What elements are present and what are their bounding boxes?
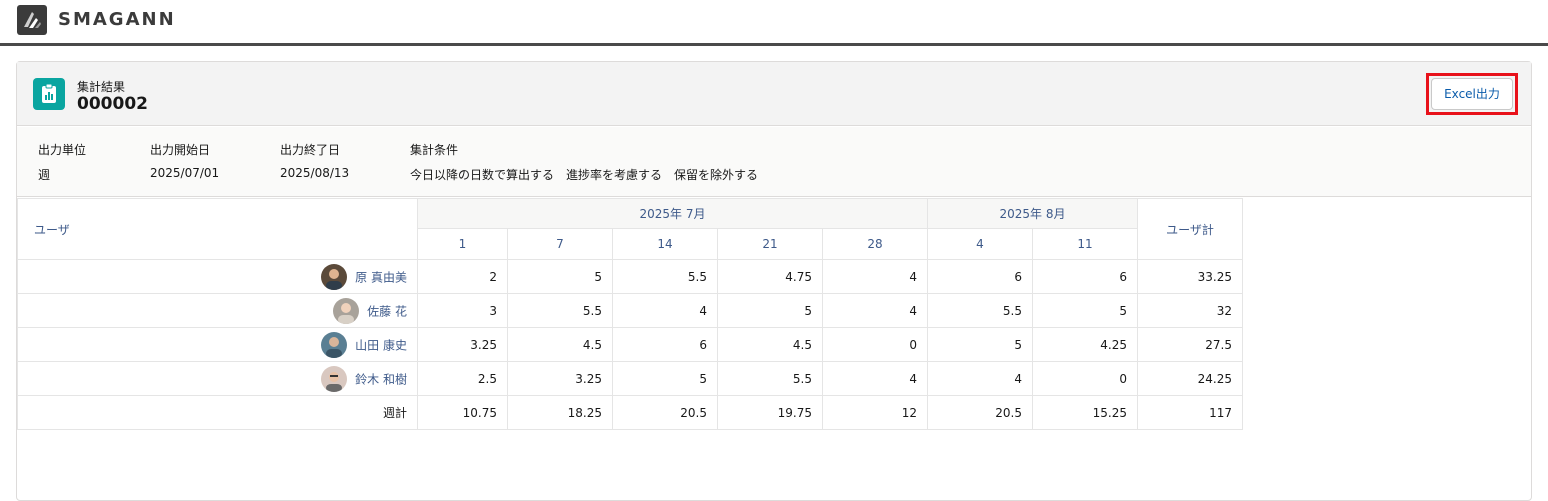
record-type-label: 集計結果 <box>77 80 126 94</box>
top-bar: SMAGANN <box>0 0 1548 46</box>
sum-cell: 12 <box>822 395 928 430</box>
table-row: 原 真由美 2 5 5.5 4.75 4 6 6 33.25 <box>17 259 1243 294</box>
value-cell: 3 <box>417 293 508 328</box>
table-row: 山田 康史 3.25 4.5 6 4.5 0 5 4.25 27.5 <box>17 327 1243 362</box>
value-cell: 4 <box>927 361 1033 396</box>
user-column-header: ユーザ <box>17 198 418 260</box>
table-row: 佐藤 花 3 5.5 4 5 4 5.5 5 32 <box>17 293 1243 328</box>
sum-cell: 18.25 <box>507 395 613 430</box>
value-cell: 5 <box>1032 293 1138 328</box>
sum-row: 週計 10.75 18.25 20.5 19.75 12 20.5 15.25 … <box>17 395 1243 430</box>
avatar <box>333 297 360 324</box>
value-cell: 6 <box>1032 259 1138 294</box>
value-cell: 4 <box>612 293 718 328</box>
value-cell: 5 <box>507 259 613 294</box>
value-cell: 4.25 <box>1032 327 1138 362</box>
user-cell: 鈴木 和樹 <box>17 361 418 396</box>
user-cell: 山田 康史 <box>17 327 418 362</box>
result-card: 集計結果 000002 Excel出力 出力単位 週 出力開始日 2025/07… <box>16 61 1532 501</box>
param-end-label: 出力終了日 <box>280 143 341 157</box>
month-header: 2025年 7月 <box>417 198 928 229</box>
value-cell: 4 <box>822 293 928 328</box>
sum-cell: 19.75 <box>717 395 823 430</box>
param-condition-value: 今日以降の日数で算出する 進捗率を考慮する 保留を除外する <box>410 168 759 182</box>
param-unit: 出力単位 週 <box>38 141 86 183</box>
value-cell: 5.5 <box>927 293 1033 328</box>
report-icon <box>33 78 65 110</box>
user-total-header: ユーザ計 <box>1137 198 1243 260</box>
day-header: 11 <box>1032 228 1138 260</box>
value-cell: 3.25 <box>417 327 508 362</box>
value-cell: 6 <box>612 327 718 362</box>
user-total-cell: 32 <box>1137 293 1243 328</box>
value-cell: 5 <box>927 327 1033 362</box>
value-cell: 4.5 <box>717 327 823 362</box>
value-cell: 0 <box>822 327 928 362</box>
value-cell: 5 <box>612 361 718 396</box>
user-total-cell: 33.25 <box>1137 259 1243 294</box>
sum-cell: 20.5 <box>612 395 718 430</box>
value-cell: 5.5 <box>507 293 613 328</box>
value-cell: 6 <box>927 259 1033 294</box>
avatar <box>321 263 348 290</box>
brand-logo-icon[interactable] <box>17 5 47 35</box>
parameters-panel: 出力単位 週 出力開始日 2025/07/01 出力終了日 2025/08/13… <box>17 127 1531 197</box>
param-condition-label: 集計条件 <box>410 143 459 157</box>
param-condition: 集計条件 今日以降の日数で算出する 進捗率を考慮する 保留を除外する <box>410 141 758 183</box>
day-header: 4 <box>927 228 1033 260</box>
grand-total-cell: 117 <box>1137 395 1243 430</box>
day-header: 21 <box>717 228 823 260</box>
table-row: 鈴木 和樹 2.5 3.25 5 5.5 4 4 0 24.25 <box>17 361 1243 396</box>
value-cell: 4 <box>822 361 928 396</box>
sum-cell: 15.25 <box>1032 395 1138 430</box>
day-header: 1 <box>417 228 508 260</box>
excel-export-button[interactable]: Excel出力 <box>1431 78 1513 110</box>
param-start-label: 出力開始日 <box>150 143 211 157</box>
user-cell: 原 真由美 <box>17 259 418 294</box>
day-header: 7 <box>507 228 613 260</box>
month-header: 2025年 8月 <box>927 198 1138 229</box>
avatar <box>321 331 348 358</box>
record-header: 集計結果 000002 Excel出力 <box>17 62 1531 126</box>
value-cell: 3.25 <box>507 361 613 396</box>
user-name-link[interactable]: 山田 康史 <box>355 338 407 352</box>
day-header: 14 <box>612 228 718 260</box>
sum-cell: 20.5 <box>927 395 1033 430</box>
sum-cell: 10.75 <box>417 395 508 430</box>
param-end: 出力終了日 2025/08/13 <box>280 141 349 180</box>
value-cell: 4 <box>822 259 928 294</box>
param-start: 出力開始日 2025/07/01 <box>150 141 219 180</box>
page-title: 000002 <box>77 94 148 114</box>
value-cell: 2 <box>417 259 508 294</box>
user-total-cell: 27.5 <box>1137 327 1243 362</box>
user-total-cell: 24.25 <box>1137 361 1243 396</box>
sum-row-label: 週計 <box>17 395 418 430</box>
param-unit-value: 週 <box>38 168 51 182</box>
value-cell: 5.5 <box>717 361 823 396</box>
user-name-link[interactable]: 鈴木 和樹 <box>355 372 407 386</box>
value-cell: 5 <box>717 293 823 328</box>
value-cell: 5.5 <box>612 259 718 294</box>
day-header: 28 <box>822 228 928 260</box>
param-unit-label: 出力単位 <box>38 143 87 157</box>
param-start-value: 2025/07/01 <box>150 166 220 180</box>
value-cell: 0 <box>1032 361 1138 396</box>
value-cell: 4.75 <box>717 259 823 294</box>
user-name-link[interactable]: 原 真由美 <box>355 270 407 284</box>
summary-table: ユーザ 2025年 7月 2025年 8月 ユーザ計 1 7 14 21 28 … <box>17 198 1243 430</box>
user-name-link[interactable]: 佐藤 花 <box>367 304 407 318</box>
avatar <box>321 365 348 392</box>
brand-name: SMAGANN <box>58 9 176 30</box>
user-cell: 佐藤 花 <box>17 293 418 328</box>
value-cell: 4.5 <box>507 327 613 362</box>
param-end-value: 2025/08/13 <box>280 166 350 180</box>
value-cell: 2.5 <box>417 361 508 396</box>
